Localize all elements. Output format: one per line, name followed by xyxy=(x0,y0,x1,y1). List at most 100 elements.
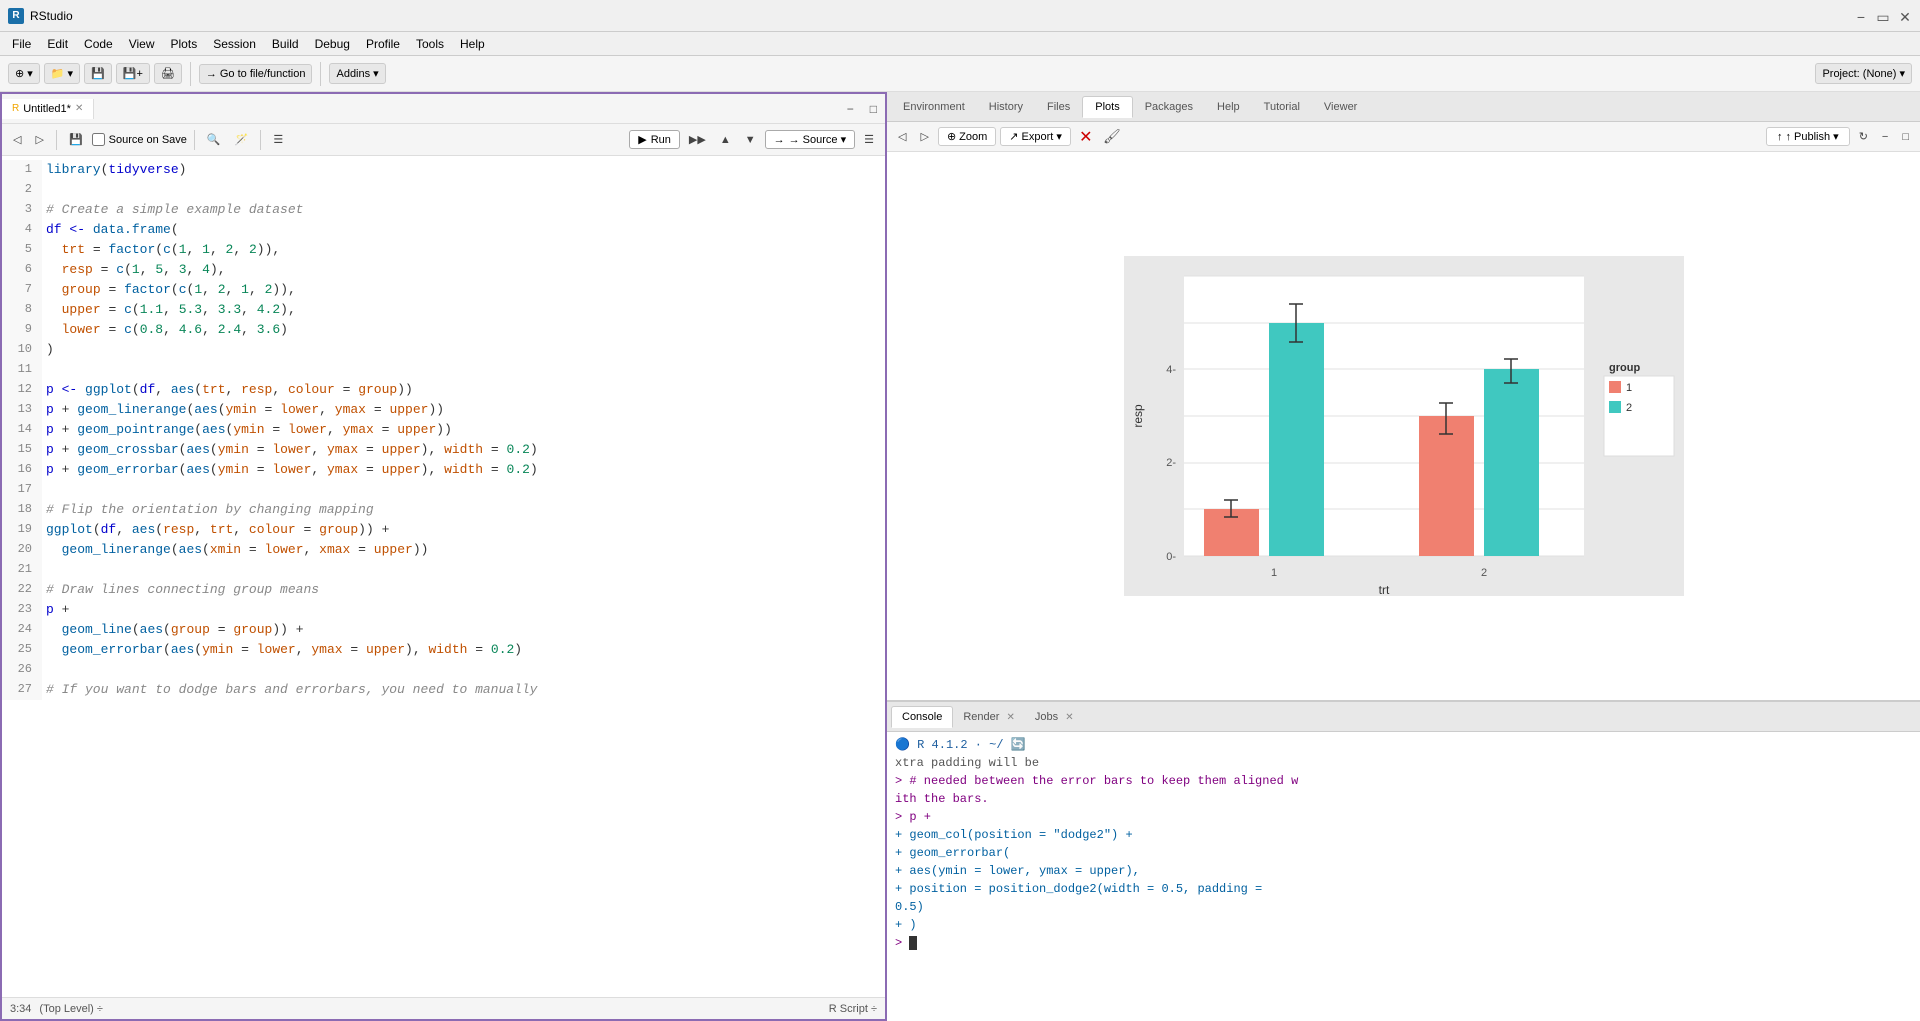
save-all-button[interactable]: 💾+ xyxy=(116,63,150,84)
line-content[interactable]: group = factor(c(1, 2, 1, 2)), xyxy=(42,280,885,300)
menu-item-file[interactable]: File xyxy=(4,35,39,53)
editor-expand-button[interactable]: □ xyxy=(862,100,885,118)
editor-minimize-button[interactable]: − xyxy=(839,100,862,118)
save-editor-button[interactable]: 💾 xyxy=(64,131,88,148)
panel-tab-packages[interactable]: Packages xyxy=(1133,97,1205,117)
panel-tab-tutorial[interactable]: Tutorial xyxy=(1252,97,1312,117)
new-file-button[interactable]: ⊕ ▾ xyxy=(8,63,40,84)
line-content[interactable]: resp = c(1, 5, 3, 4), xyxy=(42,260,885,280)
menu-item-session[interactable]: Session xyxy=(205,35,264,53)
plot-back-button[interactable]: ◁ xyxy=(893,128,911,145)
line-content[interactable] xyxy=(42,660,885,680)
menu-item-profile[interactable]: Profile xyxy=(358,35,408,53)
line-content[interactable]: # Create a simple example dataset xyxy=(42,200,885,220)
open-file-button[interactable]: 📁 ▾ xyxy=(44,63,80,84)
panel-tab-files[interactable]: Files xyxy=(1035,97,1082,117)
plot-panel-minimize[interactable]: − xyxy=(1877,129,1893,145)
line-content[interactable] xyxy=(42,180,885,200)
export-button[interactable]: ↗ Export ▾ xyxy=(1000,127,1071,146)
console-line-2: > # needed between the error bars to kee… xyxy=(895,772,1912,790)
forward-button[interactable]: ▷ xyxy=(30,131,48,148)
search-button[interactable]: 🔍 xyxy=(202,131,226,148)
console-area[interactable]: 🔵 R 4.1.2 · ~/ 🔄 xtra padding will be > … xyxy=(887,732,1920,1021)
line-content[interactable]: ggplot(df, aes(resp, trt, colour = group… xyxy=(42,520,885,540)
go-to-file-button[interactable]: → Go to file/function xyxy=(199,64,313,84)
back-button[interactable]: ◁ xyxy=(8,131,26,148)
source-button[interactable]: → → Source ▾ xyxy=(765,130,856,149)
menu-item-tools[interactable]: Tools xyxy=(408,35,452,53)
panel-tab-plots[interactable]: Plots xyxy=(1082,96,1132,118)
console-line-9: 0.5) xyxy=(895,898,1912,916)
line-content[interactable] xyxy=(42,560,885,580)
console-tab-close[interactable]: ✕ xyxy=(1007,712,1015,723)
panel-tab-help[interactable]: Help xyxy=(1205,97,1252,117)
indent-button[interactable]: ☰ xyxy=(268,131,288,148)
delete-plot-button[interactable]: ✕ xyxy=(1075,126,1097,148)
plot-panel-expand[interactable]: □ xyxy=(1897,129,1914,145)
run-up-button[interactable]: ▲ xyxy=(715,132,736,148)
panel-tab-history[interactable]: History xyxy=(977,97,1035,117)
run-down-button[interactable]: ▼ xyxy=(740,132,761,148)
save-button[interactable]: 💾 xyxy=(84,63,112,84)
line-content[interactable]: library(tidyverse) xyxy=(42,160,885,180)
line-content[interactable]: p + xyxy=(42,600,885,620)
line-number: 4 xyxy=(2,220,42,240)
source-on-save-checkbox[interactable] xyxy=(92,133,105,146)
editor-header: R Untitled1* ✕ − □ xyxy=(2,94,885,124)
line-content[interactable]: p + geom_errorbar(aes(ymin = lower, ymax… xyxy=(42,460,885,480)
print-button[interactable]: 🖨 xyxy=(154,63,182,84)
svg-text:1: 1 xyxy=(1270,567,1276,579)
line-content[interactable] xyxy=(42,480,885,500)
line-content[interactable] xyxy=(42,360,885,380)
brush-plot-button[interactable]: 🖌 xyxy=(1101,126,1123,148)
plot-refresh-button[interactable]: ↻ xyxy=(1854,128,1873,145)
console-tab-close[interactable]: ✕ xyxy=(1065,712,1073,723)
console-tab-jobs[interactable]: Jobs ✕ xyxy=(1025,707,1084,727)
line-content[interactable]: p <- ggplot(df, aes(trt, resp, colour = … xyxy=(42,380,885,400)
line-content[interactable]: lower = c(0.8, 4.6, 2.4, 3.6) xyxy=(42,320,885,340)
line-content[interactable]: p + geom_linerange(aes(ymin = lower, yma… xyxy=(42,400,885,420)
line-content[interactable]: # Flip the orientation by changing mappi… xyxy=(42,500,885,520)
publish-button[interactable]: ↑ ↑ Publish ▾ xyxy=(1766,127,1850,146)
line-content[interactable]: df <- data.frame( xyxy=(42,220,885,240)
panel-tab-viewer[interactable]: Viewer xyxy=(1312,97,1369,117)
line-content[interactable]: geom_linerange(aes(xmin = lower, xmax = … xyxy=(42,540,885,560)
menu-item-build[interactable]: Build xyxy=(264,35,307,53)
editor-settings-button[interactable]: ☰ xyxy=(859,131,879,148)
tab-close-icon[interactable]: ✕ xyxy=(75,103,83,114)
menu-item-view[interactable]: View xyxy=(121,35,163,53)
console-tab-render[interactable]: Render ✕ xyxy=(953,707,1025,727)
line-content[interactable]: upper = c(1.1, 5.3, 3.3, 4.2), xyxy=(42,300,885,320)
panel-tab-environment[interactable]: Environment xyxy=(891,97,977,117)
line-content[interactable]: # Draw lines connecting group means xyxy=(42,580,885,600)
line-content[interactable]: geom_line(aes(group = group)) + xyxy=(42,620,885,640)
menu-item-plots[interactable]: Plots xyxy=(163,35,206,53)
line-content[interactable]: p + geom_pointrange(aes(ymin = lower, ym… xyxy=(42,420,885,440)
code-area[interactable]: 1library(tidyverse)23# Create a simple e… xyxy=(2,156,885,997)
addins-button[interactable]: Addins ▾ xyxy=(329,63,385,84)
line-number: 14 xyxy=(2,420,42,440)
menu-item-edit[interactable]: Edit xyxy=(39,35,76,53)
run-button[interactable]: ▶ Run xyxy=(629,130,680,149)
line-content[interactable]: geom_errorbar(aes(ymin = lower, ymax = u… xyxy=(42,640,885,660)
minimize-button[interactable]: − xyxy=(1854,9,1868,23)
wand-button[interactable]: 🪄 xyxy=(230,131,254,148)
restore-button[interactable]: ▭ xyxy=(1876,9,1890,23)
line-content[interactable]: ) xyxy=(42,340,885,360)
zoom-button[interactable]: ⊕ Zoom xyxy=(938,127,996,146)
line-content[interactable]: p + geom_crossbar(aes(ymin = lower, ymax… xyxy=(42,440,885,460)
editor-tab-untitled1[interactable]: R Untitled1* ✕ xyxy=(2,99,94,119)
menu-item-code[interactable]: Code xyxy=(76,35,121,53)
script-type[interactable]: R Script ÷ xyxy=(829,1003,877,1015)
line-number: 13 xyxy=(2,400,42,420)
run-previous-button[interactable]: ▶▶ xyxy=(684,131,711,148)
project-button[interactable]: Project: (None) ▾ xyxy=(1815,63,1912,84)
menu-item-debug[interactable]: Debug xyxy=(307,35,358,53)
console-tab-console[interactable]: Console xyxy=(891,706,953,728)
menu-item-help[interactable]: Help xyxy=(452,35,493,53)
close-button[interactable]: ✕ xyxy=(1898,9,1912,23)
plot-forward-button[interactable]: ▷ xyxy=(915,128,933,145)
line-content[interactable]: # If you want to dodge bars and errorbar… xyxy=(42,680,885,700)
line-content[interactable]: trt = factor(c(1, 1, 2, 2)), xyxy=(42,240,885,260)
console-tabs: ConsoleRender ✕Jobs ✕ xyxy=(887,702,1920,732)
